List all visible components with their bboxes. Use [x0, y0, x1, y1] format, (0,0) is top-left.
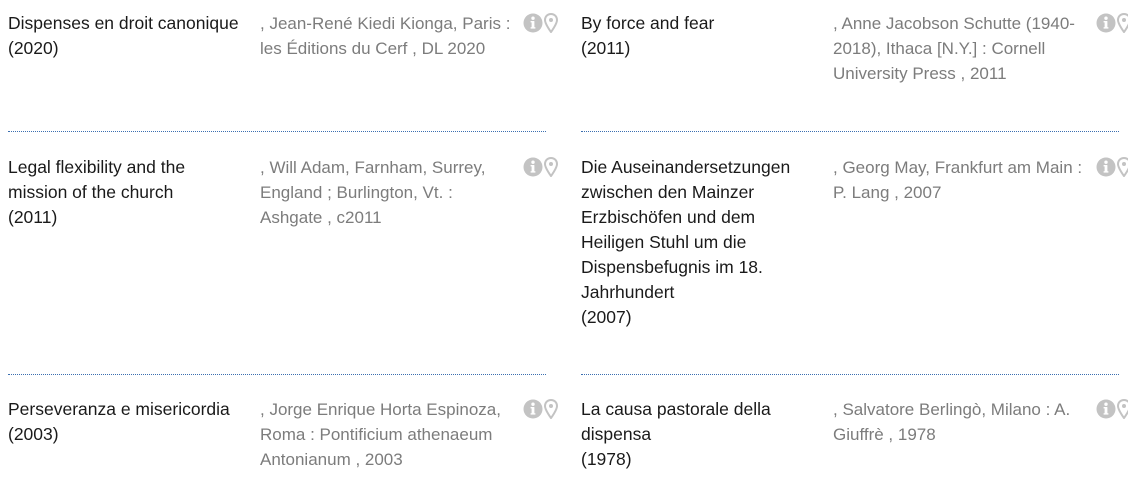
- result-details: , Jean-René Kiedi Kionga, Paris : les Éd…: [260, 14, 511, 58]
- map-pin-icon[interactable]: [544, 399, 558, 419]
- result-title[interactable]: By force and fear (2011): [581, 11, 821, 61]
- result-card[interactable]: Die Auseinandersetzungen zwischen den Ma…: [581, 155, 1128, 360]
- result-title[interactable]: Legal flexibility and the mission of the…: [8, 155, 248, 230]
- title-text[interactable]: Legal flexibility and the mission of the…: [8, 155, 248, 205]
- year-text: (2011): [581, 38, 631, 58]
- result-card[interactable]: La causa pastorale della dispensa (1978)…: [581, 397, 1128, 501]
- year-text: (2020): [8, 38, 59, 58]
- year-text: (2011): [8, 207, 58, 227]
- result-details: , Salvatore Berlingò, Milano : A. Giuffr…: [833, 400, 1071, 444]
- result-details: , Georg May, Frankfurt am Main : P. Lang…: [833, 158, 1083, 202]
- row-divider: [581, 131, 1119, 132]
- map-pin-icon[interactable]: [1117, 13, 1128, 33]
- results-grid: Dispenses en droit canonique (2020) , Je…: [0, 0, 1128, 501]
- result-card[interactable]: Perseveranza e misericordia (2003) , Jor…: [8, 397, 558, 501]
- title-text[interactable]: La causa pastorale della dispensa: [581, 397, 821, 447]
- info-circle-icon[interactable]: [1096, 157, 1116, 177]
- result-title[interactable]: Dispenses en droit canonique (2020): [8, 11, 248, 61]
- row-divider: [8, 374, 546, 375]
- result-details: , Will Adam, Farnham, Surrey, England ; …: [260, 158, 486, 227]
- map-pin-icon[interactable]: [1117, 399, 1128, 419]
- result-icons: [1096, 13, 1128, 33]
- result-icons: [523, 399, 558, 419]
- row-divider: [581, 374, 1119, 375]
- result-icons: [523, 13, 558, 33]
- result-card[interactable]: By force and fear (2011) , Anne Jacobson…: [581, 11, 1128, 121]
- info-circle-icon[interactable]: [1096, 399, 1116, 419]
- info-circle-icon[interactable]: [523, 157, 543, 177]
- result-icons: [523, 157, 558, 177]
- result-title[interactable]: La causa pastorale della dispensa (1978): [581, 397, 821, 472]
- result-icons: [1096, 399, 1128, 419]
- map-pin-icon[interactable]: [1117, 157, 1128, 177]
- info-circle-icon[interactable]: [523, 399, 543, 419]
- map-pin-icon[interactable]: [544, 157, 558, 177]
- info-circle-icon[interactable]: [1096, 13, 1116, 33]
- title-text[interactable]: By force and fear: [581, 11, 821, 36]
- year-text: (2003): [8, 424, 59, 444]
- result-card[interactable]: Dispenses en droit canonique (2020) , Je…: [8, 11, 558, 121]
- year-text: (2007): [581, 307, 632, 327]
- row-divider: [8, 131, 546, 132]
- result-title[interactable]: Perseveranza e misericordia (2003): [8, 397, 248, 447]
- year-text: (1978): [581, 449, 632, 469]
- result-title[interactable]: Die Auseinandersetzungen zwischen den Ma…: [581, 155, 821, 330]
- result-details: , Jorge Enrique Horta Espinoza, Roma : P…: [260, 400, 501, 469]
- map-pin-icon[interactable]: [544, 13, 558, 33]
- result-details: , Anne Jacobson Schutte (1940-2018), Ith…: [833, 14, 1075, 83]
- title-text[interactable]: Perseveranza e misericordia: [8, 397, 248, 422]
- result-card[interactable]: Legal flexibility and the mission of the…: [8, 155, 558, 360]
- result-icons: [1096, 157, 1128, 177]
- title-text[interactable]: Dispenses en droit canonique: [8, 11, 248, 36]
- info-circle-icon[interactable]: [523, 13, 543, 33]
- title-text[interactable]: Die Auseinandersetzungen zwischen den Ma…: [581, 155, 821, 305]
